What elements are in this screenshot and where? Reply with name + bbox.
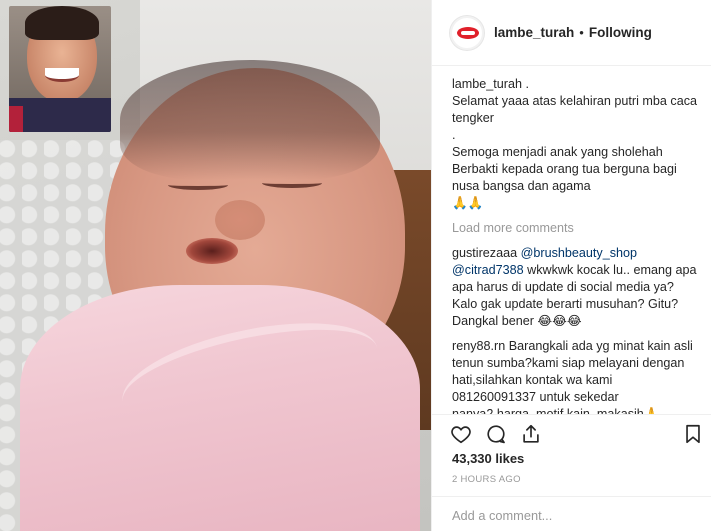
baby-eye-right <box>262 178 322 188</box>
post-header: lambe_turah • Following <box>432 0 711 66</box>
baby-nose <box>215 200 265 240</box>
caption-line: . <box>452 128 456 142</box>
caption-line: Berbakti kepada orang tua berguna bagi <box>452 162 677 176</box>
add-comment-input[interactable] <box>452 505 682 525</box>
share-icon[interactable] <box>520 423 542 445</box>
inset-hair <box>25 6 99 40</box>
inset-shirt-accent <box>9 106 23 132</box>
inset-shirt <box>9 98 111 132</box>
comment-text: tenun sumba?kami siap melayani dengan <box>452 356 685 370</box>
comment-text: 081260091337 untuk sekedar <box>452 390 619 404</box>
following-button[interactable]: Following <box>589 25 652 40</box>
avatar[interactable] <box>450 15 484 50</box>
add-comment-bar <box>432 496 711 531</box>
comment-text: Kalo gak update berarti musuhan? Gitu? <box>452 297 679 311</box>
comment-username[interactable]: gustirezaaa <box>452 246 517 260</box>
caption-username[interactable]: lambe_turah . <box>452 76 696 93</box>
heart-icon[interactable] <box>450 423 472 445</box>
lips-logo-teeth <box>461 30 475 35</box>
caption-line: 🙏🙏 <box>452 196 484 210</box>
post-photo[interactable] <box>0 0 431 531</box>
baby-hair <box>120 60 380 180</box>
mention-link[interactable]: @brushbeauty_shop <box>521 246 637 260</box>
bookmark-icon[interactable] <box>682 423 704 445</box>
comments-section[interactable]: lambe_turah . Selamat yaaa atas kelahira… <box>432 66 711 414</box>
header-separator: • <box>579 25 584 40</box>
instagram-post: lambe_turah • Following lambe_turah . Se… <box>0 0 711 531</box>
video-call-inset <box>9 6 111 132</box>
mention-link[interactable]: @citrad7388 <box>452 263 524 277</box>
caption-line: Semoga menjadi anak yang sholehah <box>452 145 663 159</box>
header-username[interactable]: lambe_turah <box>494 25 574 40</box>
comment-item: reny88.rn Barangkali ada yg minat kain a… <box>452 338 696 414</box>
caption-line: tengker <box>452 111 495 125</box>
comment-icon[interactable] <box>485 423 507 445</box>
action-bar <box>432 414 711 450</box>
baby-mouth <box>186 238 238 264</box>
likes-count[interactable]: 43,330 likes <box>452 451 524 466</box>
post-timestamp[interactable]: 2 HOURS AGO <box>452 474 521 485</box>
comment-text: nanya2,harga,,motif kain..makasih🙏 <box>452 407 660 414</box>
caption-line: Selamat yaaa atas kelahiran putri mba ca… <box>452 94 698 108</box>
comment-text: wkwkwk kocak lu.. emang apa <box>523 263 697 277</box>
caption: lambe_turah . Selamat yaaa atas kelahira… <box>452 76 698 212</box>
inset-smile <box>45 68 79 82</box>
comment-item: gustirezaaa @brushbeauty_shop @citrad738… <box>452 245 697 330</box>
post-sidebar: lambe_turah • Following lambe_turah . Se… <box>431 0 711 531</box>
comment-text: apa harus di update di social media ya? <box>452 280 674 294</box>
comment-text: Barangkali ada yg minat kain asli <box>505 339 693 353</box>
comment-text: hati,silahkan kontak wa kami <box>452 373 613 387</box>
comment-text: Dangkal bener 😂😂😂 <box>452 314 582 328</box>
caption-line: nusa bangsa dan agama <box>452 179 591 193</box>
load-more-comments-button[interactable]: Load more comments <box>452 220 696 237</box>
comment-username[interactable]: reny88.rn <box>452 339 505 353</box>
baby-eye-left <box>168 180 228 190</box>
